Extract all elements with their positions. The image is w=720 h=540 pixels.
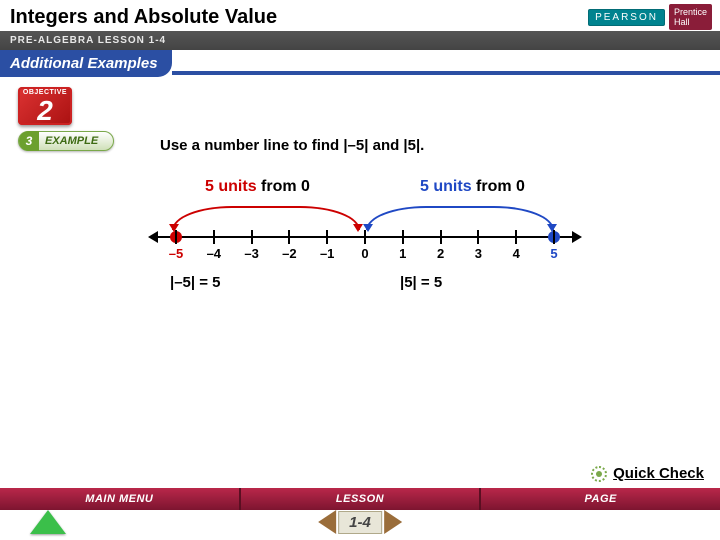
- tick-label: –4: [207, 246, 221, 261]
- example-label: EXAMPLE: [45, 135, 98, 147]
- rule-line: [172, 71, 720, 75]
- answer-pos5: |5| = 5: [400, 274, 442, 291]
- publisher-brand: PEARSON PrenticeHall: [588, 4, 712, 30]
- tick-label: –1: [320, 246, 334, 261]
- quick-check-link[interactable]: Quick Check: [591, 465, 704, 482]
- tick: [326, 230, 328, 244]
- tick: [553, 230, 555, 244]
- tick-label: 5: [550, 246, 557, 261]
- tick-label: 1: [399, 246, 406, 261]
- next-page-button[interactable]: [384, 510, 402, 534]
- tick: [288, 230, 290, 244]
- tick-label: 3: [475, 246, 482, 261]
- tick-label: –5: [169, 246, 183, 261]
- tick: [402, 230, 404, 244]
- example-prompt: Use a number line to find |–5| and |5|.: [160, 137, 700, 154]
- tick-label: 4: [513, 246, 520, 261]
- prentice-hall-logo: PrenticeHall: [669, 4, 712, 30]
- tick-label: 2: [437, 246, 444, 261]
- left-arc: [172, 206, 360, 230]
- lesson-subtitle: PRE-ALGEBRA LESSON 1-4: [0, 31, 720, 50]
- footer-lesson-button[interactable]: LESSON: [241, 488, 482, 510]
- tick: [364, 230, 366, 244]
- tick: [213, 230, 215, 244]
- example-number: 3: [19, 131, 39, 151]
- tick: [515, 230, 517, 244]
- tick: [251, 230, 253, 244]
- right-arc: [366, 206, 554, 230]
- tick-label: –2: [282, 246, 296, 261]
- quick-check-icon: [591, 466, 607, 482]
- pearson-logo: PEARSON: [588, 9, 665, 26]
- tick-label: 0: [361, 246, 368, 261]
- page-indicator: 1-4: [338, 511, 382, 534]
- objective-number: 2: [18, 95, 72, 127]
- tick: [175, 230, 177, 244]
- tick-label: –3: [244, 246, 258, 261]
- additional-examples-badge: Additional Examples: [0, 50, 172, 77]
- home-arrow-icon[interactable]: [30, 510, 66, 534]
- objective-badge: OBJECTIVE 2: [18, 87, 72, 125]
- quick-check-label: Quick Check: [613, 465, 704, 482]
- prev-page-button[interactable]: [318, 510, 336, 534]
- footer-main-menu-button[interactable]: MAIN MENU: [0, 488, 241, 510]
- example-badge: 3 EXAMPLE: [18, 131, 114, 151]
- answer-neg5: |–5| = 5: [170, 274, 400, 291]
- answers-row: |–5| = 5 |5| = 5: [170, 274, 700, 291]
- tick: [477, 230, 479, 244]
- footer-page-button[interactable]: PAGE: [481, 488, 720, 510]
- tick: [440, 230, 442, 244]
- number-line-diagram: 5 units from 0 5 units from 0 –5–4–3–2–1…: [150, 178, 580, 252]
